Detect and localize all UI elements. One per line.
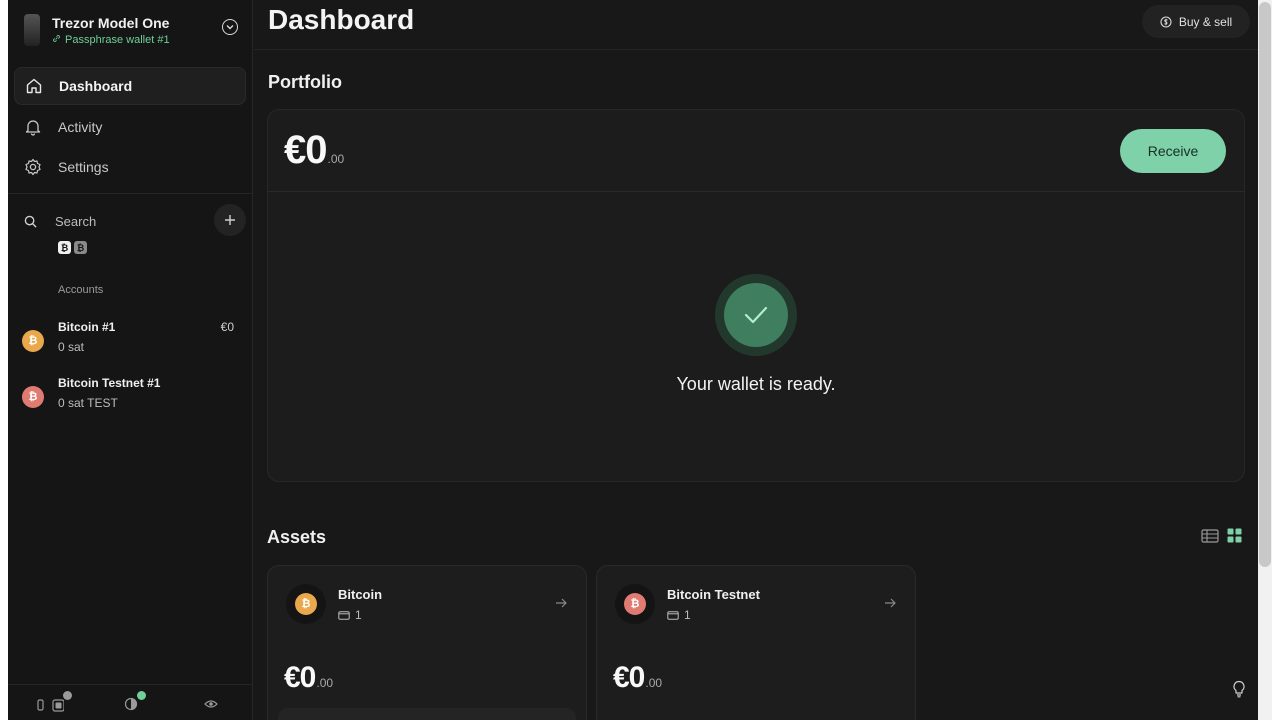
- bell-icon: [25, 119, 41, 136]
- eye-icon[interactable]: [204, 697, 218, 711]
- account-balance: 0 sat: [58, 340, 85, 354]
- arrow-right-icon: [555, 596, 568, 612]
- asset-name: Bitcoin Testnet: [667, 587, 760, 602]
- receive-button[interactable]: Receive: [1120, 129, 1226, 173]
- portfolio-balance-main: €0: [284, 128, 327, 172]
- asset-account-count: 1: [338, 608, 362, 622]
- add-account-button[interactable]: [214, 204, 246, 236]
- asset-balance: €0 .00: [284, 661, 333, 695]
- portfolio-balance: €0 .00: [284, 128, 344, 173]
- checkmark-icon: [724, 283, 788, 347]
- wallet-icon: [667, 611, 679, 620]
- device-status-icon[interactable]: [36, 691, 72, 712]
- asset-balance: €0 .00: [613, 661, 662, 695]
- coin-icon: [1160, 15, 1172, 28]
- device-image: [24, 14, 40, 46]
- lightbulb-icon[interactable]: [1232, 680, 1246, 703]
- sidebar: Trezor Model One Passphrase wallet #1 Da…: [8, 0, 253, 720]
- tor-icon[interactable]: [124, 691, 146, 711]
- buy-sell-button[interactable]: Buy & sell: [1142, 5, 1250, 38]
- main-nav: Dashboard Activity Settings: [14, 67, 246, 189]
- nav-item-dashboard[interactable]: Dashboard: [14, 67, 246, 105]
- nav-item-settings[interactable]: Settings: [14, 148, 246, 186]
- asset-name: Bitcoin: [338, 587, 383, 602]
- bitcoin-testnet-filter-chip[interactable]: ₿: [74, 241, 87, 254]
- asset-balance-main: €0: [613, 661, 645, 694]
- asset-card-bitcoin-testnet[interactable]: ₿ Bitcoin Testnet 1 €0 .00: [596, 565, 916, 720]
- portfolio-balance-decimals: .00: [327, 152, 345, 166]
- search-row[interactable]: Search: [24, 204, 246, 236]
- arrow-right-icon: [884, 596, 897, 612]
- coin-filter-chips: ₿ ₿: [58, 241, 87, 254]
- asset-card-bitcoin[interactable]: ₿ Bitcoin 1 €0 .00: [267, 565, 587, 720]
- bitcoin-filter-chip[interactable]: ₿: [58, 241, 71, 254]
- nav-item-label: Activity: [58, 118, 103, 135]
- app-window: Trezor Model One Passphrase wallet #1 Da…: [8, 0, 1258, 720]
- device-name: Trezor Model One: [52, 14, 170, 31]
- bitcoin-testnet-icon: ₿: [624, 593, 646, 615]
- bitcoin-icon: ₿: [295, 593, 317, 615]
- nav-item-label: Dashboard: [59, 78, 133, 94]
- asset-account-count: 1: [667, 608, 691, 622]
- nav-item-activity[interactable]: Activity: [14, 108, 246, 146]
- plus-icon: [225, 215, 235, 225]
- nav-item-label: Settings: [58, 159, 109, 175]
- account-balance: 0 sat TEST: [58, 396, 118, 410]
- search-label: Search: [55, 213, 97, 229]
- chevron-down-icon[interactable]: [222, 19, 238, 35]
- header-divider: [254, 49, 1258, 50]
- search-icon: [24, 215, 37, 228]
- wallet-name: Passphrase wallet #1: [65, 33, 170, 46]
- asset-account-count-value: 1: [355, 608, 362, 622]
- account-name: Bitcoin #1: [58, 320, 116, 334]
- sidebar-divider: [8, 193, 253, 194]
- main-content: Dashboard Buy & sell Portfolio €0 .00 Re…: [254, 0, 1258, 720]
- asset-balance-main: €0: [284, 661, 316, 694]
- assets-title: Assets: [267, 527, 327, 547]
- asset-balance-decimals: .00: [316, 676, 334, 690]
- asset-icon-wrap: ₿: [286, 584, 326, 624]
- portfolio-card-header: €0 .00 Receive: [268, 110, 1244, 192]
- account-name: Bitcoin Testnet #1: [58, 376, 161, 390]
- table-view-icon[interactable]: [1201, 528, 1219, 548]
- asset-icon-wrap: ₿: [615, 584, 655, 624]
- account-item-bitcoin-1[interactable]: ₿ Bitcoin #1 0 sat €0: [22, 320, 238, 364]
- portfolio-card: €0 .00 Receive Your wallet is ready.: [267, 109, 1245, 482]
- buy-sell-label: Buy & sell: [1178, 14, 1233, 29]
- link-icon: [52, 34, 61, 46]
- grid-view-icon[interactable]: [1227, 528, 1242, 548]
- scrollbar-thumb[interactable]: [1259, 2, 1271, 567]
- sidebar-footer: [8, 684, 253, 720]
- asset-balance-decimals: .00: [645, 676, 663, 690]
- device-selector[interactable]: Trezor Model One Passphrase wallet #1: [20, 10, 248, 50]
- accounts-header: Accounts: [58, 284, 104, 296]
- account-item-bitcoin-testnet-1[interactable]: ₿ Bitcoin Testnet #1 0 sat TEST: [22, 376, 238, 420]
- wallet-icon: [338, 611, 350, 620]
- account-fiat: €0: [220, 320, 234, 334]
- portfolio-title: Portfolio: [268, 72, 342, 92]
- home-icon: [26, 78, 42, 94]
- assets-view-toggle: [1201, 528, 1242, 548]
- asset-card-footer: [278, 708, 576, 720]
- asset-account-count-value: 1: [684, 608, 691, 622]
- page-title: Dashboard: [268, 4, 415, 35]
- status-badge: [63, 691, 72, 700]
- wallet-ready-indicator: [715, 274, 797, 356]
- wallet-ready-text: Your wallet is ready.: [676, 374, 836, 394]
- bitcoin-icon: ₿: [22, 330, 44, 352]
- bitcoin-testnet-icon: ₿: [22, 386, 44, 408]
- gear-icon: [25, 158, 41, 176]
- wallet-label-row: Passphrase wallet #1: [52, 34, 170, 46]
- status-badge: [137, 691, 146, 700]
